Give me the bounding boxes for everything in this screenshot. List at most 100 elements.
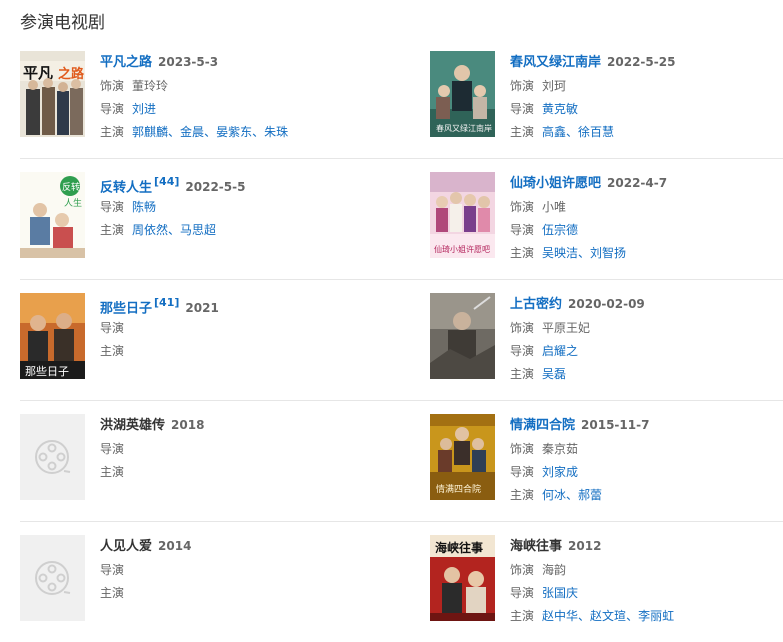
release-date: 2012 (568, 539, 602, 553)
svg-text:情满四合院: 情满四合院 (436, 483, 481, 495)
cast-line: 主演 (100, 461, 380, 484)
series-title[interactable]: 平凡之路 (100, 55, 152, 70)
cast-label: 主演 (510, 609, 535, 623)
cast-name-link[interactable]: 李丽虹 (638, 609, 674, 623)
svg-text:仙琦小姐许愿吧: 仙琦小姐许愿吧 (434, 244, 490, 254)
series-title[interactable]: 那些日子 (100, 301, 152, 316)
director-value[interactable]: 伍宗德 (542, 223, 578, 237)
director-value[interactable]: 张国庆 (542, 586, 578, 600)
separator: 、 (566, 488, 579, 502)
series-title: 人见人爱 (100, 539, 153, 554)
release-date: 2022-4-7 (607, 176, 668, 190)
poster-image[interactable]: 反转 人生 (20, 172, 85, 258)
cast-name-link[interactable]: 周依然 (132, 223, 168, 237)
cast-name-link[interactable]: 吴映洁 (542, 246, 578, 260)
cast-name-link[interactable]: 赵文瑄 (590, 609, 626, 623)
separator: 、 (626, 609, 639, 623)
role-label: 饰演 (510, 563, 535, 577)
svg-text:人生: 人生 (64, 197, 82, 209)
cast-line: 主演 高鑫、徐百慧 (510, 121, 783, 144)
role-value: 海韵 (542, 563, 567, 577)
series-title[interactable]: 春风又绿江南岸 (510, 55, 601, 70)
series-title[interactable]: 仙琦小姐许愿吧 (510, 176, 601, 191)
director-label: 导演 (100, 321, 125, 335)
cast-line: 主演 郭麒麟、金晨、晏紫东、朱珠 (100, 121, 380, 144)
role-line: 饰演 董玲玲 (100, 75, 380, 98)
director-label: 导演 (510, 102, 535, 116)
role-value: 平原王妃 (542, 321, 591, 335)
poster-image[interactable] (430, 293, 495, 379)
release-date: 2014 (158, 539, 192, 553)
tv-series-item: 海峡往事 海峡往事 2012 饰演 海韵 导演 张国庆 主演 赵中华、赵文瑄、李丽虹 (430, 535, 783, 631)
tv-row: 人见人爱 2014 导演 主演 海峡往事 海峡往事 2012 饰演 海韵 导演 张国庆 主演 赵中华、赵… (20, 522, 783, 642)
tv-series-item: 人见人爱 2014 导演 主演 (20, 535, 380, 631)
series-title[interactable]: 情满四合院 (510, 418, 575, 433)
role-line: 饰演 海韵 (510, 559, 783, 582)
tv-series-item: 春风又绿江南岸 春风又绿江南岸 2022-5-25 饰演 刘珂 导演 黄克敏 主演 高鑫、徐百慧 (430, 51, 783, 147)
tv-series-item: 仙琦小姐许愿吧 仙琦小姐许愿吧 2022-4-7 饰演 小唯 导演 伍宗德 主演 吴映洁、刘智扬 (430, 172, 783, 268)
release-date: 2020-02-09 (568, 297, 645, 311)
tv-series-item: 反转 人生 反转人生 [44] 2022-5-5 导演 陈畅 主演 周依然、马思超 (20, 172, 380, 268)
cast-line: 主演 吴磊 (510, 363, 783, 386)
series-title[interactable]: 上古密约 (510, 297, 562, 312)
cast-name-link[interactable]: 晏紫东 (216, 125, 252, 139)
director-value[interactable]: 陈畅 (132, 200, 156, 214)
role-label: 饰演 (510, 79, 535, 93)
cast-name-link[interactable]: 徐百慧 (578, 125, 614, 139)
series-title[interactable]: 反转人生 (100, 180, 152, 195)
role-line: 饰演 平原王妃 (510, 317, 783, 340)
director-value[interactable]: 黄克敏 (542, 102, 578, 116)
separator: 、 (168, 223, 181, 237)
tv-series-item: 平凡 之路 平凡之路 2023-5-3 饰演 董玲玲 导演 刘进 主演 郭麒麟、金晨、晏紫东、朱珠 (20, 51, 380, 147)
separator: 、 (578, 609, 591, 623)
cast-name-link[interactable]: 高鑫 (542, 125, 566, 139)
cast-name-link[interactable]: 郝蕾 (578, 488, 602, 502)
separator: 、 (252, 125, 265, 139)
director-label: 导演 (510, 465, 535, 479)
poster-image[interactable]: 那些日子 (20, 293, 85, 379)
release-date: 2015-11-7 (581, 418, 650, 432)
director-line: 导演 启耀之 (510, 340, 783, 363)
tv-row: 平凡 之路 平凡之路 2023-5-3 饰演 董玲玲 导演 刘进 主演 郭麒麟、金晨、晏紫东、朱珠… (20, 38, 783, 159)
tv-series-item: 洪湖英雄传 2018 导演 主演 (20, 414, 380, 510)
poster-image[interactable]: 春风又绿江南岸 (430, 51, 495, 137)
cast-name-link[interactable]: 刘智扬 (590, 246, 626, 260)
cast-name-link[interactable]: 何冰 (542, 488, 566, 502)
tv-series-item: 那些日子 那些日子 [41] 2021 导演 主演 (20, 293, 380, 389)
role-value: 小唯 (542, 200, 567, 214)
director-label: 导演 (100, 200, 125, 214)
role-value: 刘珂 (542, 79, 567, 93)
cast-label: 主演 (100, 125, 125, 139)
director-line: 导演 刘进 (100, 98, 380, 121)
citation-link[interactable]: [44] (154, 175, 179, 188)
poster-image[interactable]: 情满四合院 (430, 414, 495, 500)
cast-name-link[interactable]: 马思超 (180, 223, 216, 237)
poster-image[interactable]: 海峡往事 (430, 535, 495, 621)
poster-image[interactable]: 仙琦小姐许愿吧 (430, 172, 495, 258)
director-value[interactable]: 刘进 (132, 102, 156, 116)
cast-line: 主演 (100, 340, 380, 363)
cast-line: 主演 周依然、马思超 (100, 219, 380, 242)
director-label: 导演 (100, 102, 125, 116)
cast-name-link[interactable]: 朱珠 (264, 125, 288, 139)
separator: 、 (204, 125, 217, 139)
director-line: 导演 伍宗德 (510, 219, 783, 242)
poster-image[interactable]: 平凡 之路 (20, 51, 85, 137)
tv-row: 反转 人生 反转人生 [44] 2022-5-5 导演 陈畅 主演 周依然、马思超 仙琦小姐许愿吧… (20, 159, 783, 280)
cast-name-link[interactable]: 吴磊 (542, 367, 566, 381)
director-line: 导演 (100, 559, 380, 582)
cast-label: 主演 (510, 488, 535, 502)
cast-name-link[interactable]: 金晨 (180, 125, 204, 139)
separator: 、 (566, 125, 579, 139)
cast-name-link[interactable]: 郭麒麟 (132, 125, 168, 139)
director-label: 导演 (510, 586, 535, 600)
director-value[interactable]: 刘家成 (542, 465, 578, 479)
section-title: 参演电视剧 (20, 13, 105, 33)
director-label: 导演 (510, 344, 535, 358)
cast-name-link[interactable]: 赵中华 (542, 609, 578, 623)
role-value: 秦京茹 (542, 442, 579, 456)
role-value: 董玲玲 (132, 79, 169, 93)
director-value[interactable]: 启耀之 (542, 344, 578, 358)
citation-link[interactable]: [41] (154, 296, 179, 309)
director-label: 导演 (510, 223, 535, 237)
